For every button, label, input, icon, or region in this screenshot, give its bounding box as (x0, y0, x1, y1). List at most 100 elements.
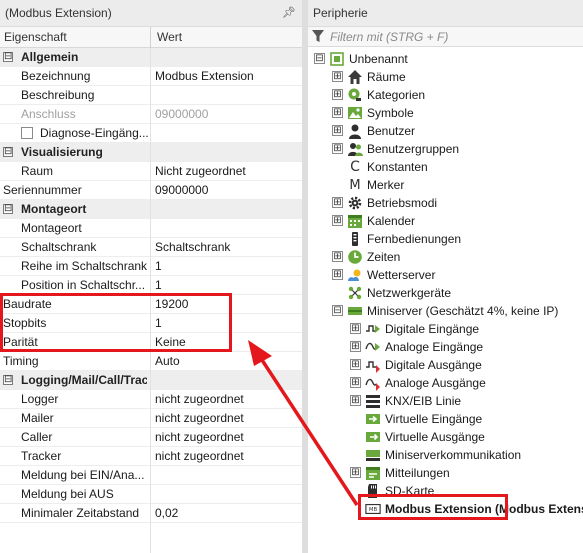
expand-toggle-icon[interactable]: ⊞ (332, 269, 343, 280)
tree-item-sdcard[interactable]: SD-Karte (308, 482, 583, 500)
expand-toggle-icon[interactable]: ⊞ (350, 467, 361, 478)
expand-toggle-icon[interactable]: ⊞ (332, 89, 343, 100)
tree-item-miniserver[interactable]: ⊟ Miniserver (Geschätzt 4%, keine IP) (308, 302, 583, 320)
property-value[interactable]: nicht zugeordnet (155, 449, 300, 463)
tree-item-modbus-extension[interactable]: MB Modbus Extension (Modbus Extension) (308, 500, 583, 518)
property-row[interactable]: Logger nicht zugeordnet (0, 390, 302, 409)
tree-item-calendar[interactable]: ⊞ Kalender (308, 212, 583, 230)
property-value[interactable]: 19200 (155, 297, 300, 311)
tree-item-user[interactable]: ⊞ Benutzer (308, 122, 583, 140)
expand-toggle-icon[interactable]: ⊞ (332, 143, 343, 154)
property-row[interactable]: Meldung bei AUS (0, 485, 302, 504)
users-icon (347, 141, 363, 157)
property-row[interactable]: Stopbits 1 (0, 314, 302, 333)
property-row[interactable]: Minimaler Zeitabstand 0,02 (0, 504, 302, 523)
expand-toggle-icon[interactable]: ⊞ (350, 377, 361, 388)
pin-icon[interactable]: 📌︎ (282, 6, 296, 19)
tree-item-home[interactable]: ⊞ Räume (308, 68, 583, 86)
filter-input[interactable]: Filtern mit (STRG + F) (330, 30, 448, 44)
collapse-toggle-icon[interactable]: ⊟ (314, 53, 325, 64)
property-value[interactable]: nicht zugeordnet (155, 392, 300, 406)
column-header-value[interactable]: Wert (157, 30, 182, 44)
property-value[interactable]: Modbus Extension (155, 69, 300, 83)
tree-item-analog-output[interactable]: ⊞ Analoge Ausgänge (308, 374, 583, 392)
property-value[interactable]: 09000000 (155, 107, 300, 121)
tree-item-image[interactable]: ⊞ Symbole (308, 104, 583, 122)
expand-toggle-icon[interactable]: ⊞ (332, 107, 343, 118)
property-row[interactable]: Schaltschrank Schaltschrank (0, 238, 302, 257)
expand-toggle-icon[interactable]: ⊞ (350, 359, 361, 370)
property-row[interactable]: Meldung bei EIN/Ana... (0, 466, 302, 485)
property-value[interactable]: 1 (155, 316, 300, 330)
expand-toggle-icon[interactable]: ⊞ (350, 395, 361, 406)
property-row[interactable]: Beschreibung (0, 86, 302, 105)
tree-item-category[interactable]: ⊞ Kategorien (308, 86, 583, 104)
tree-item-message[interactable]: ⊞ Mitteilungen (308, 464, 583, 482)
message-icon (365, 465, 381, 481)
property-value[interactable]: Schaltschrank (155, 240, 300, 254)
property-row[interactable]: Tracker nicht zugeordnet (0, 447, 302, 466)
column-header-property[interactable]: Eigenschaft (4, 30, 67, 44)
tree-item-constant[interactable]: C Konstanten (308, 158, 583, 176)
property-row[interactable]: Parität Keine (0, 333, 302, 352)
property-section[interactable]: ⊟ Logging/Mail/Call/Track (0, 371, 302, 390)
collapse-toggle-icon[interactable]: ⊟ (3, 375, 13, 385)
tree-item-digital-output[interactable]: ⊞ Digitale Ausgänge (308, 356, 583, 374)
property-row[interactable]: Mailer nicht zugeordnet (0, 409, 302, 428)
property-value[interactable]: 1 (155, 259, 300, 273)
property-row[interactable]: Caller nicht zugeordnet (0, 428, 302, 447)
property-value[interactable]: 0,02 (155, 506, 300, 520)
property-section[interactable]: ⊟ Allgemein (0, 48, 302, 67)
property-row[interactable]: Bezeichnung Modbus Extension (0, 67, 302, 86)
diagnose-checkbox[interactable] (21, 127, 33, 139)
tree-item-network[interactable]: Netzwerkgeräte (308, 284, 583, 302)
column-separator[interactable] (150, 27, 151, 48)
tree-item-weather[interactable]: ⊞ Wetterserver (308, 266, 583, 284)
tree-item-clock[interactable]: ⊞ Zeiten (308, 248, 583, 266)
tree-item-communication[interactable]: Miniserverkommunikation (308, 446, 583, 464)
property-section[interactable]: ⊟ Montageort (0, 200, 302, 219)
property-value[interactable]: nicht zugeordnet (155, 411, 300, 425)
property-row[interactable]: Baudrate 19200 (0, 295, 302, 314)
tree-item-digital-input[interactable]: ⊞ Digitale Eingänge (308, 320, 583, 338)
tree-item-knx[interactable]: ⊞ KNX/EIB Linie (308, 392, 583, 410)
collapse-toggle-icon[interactable]: ⊟ (332, 305, 343, 316)
tree-item-gear[interactable]: ⊞ Betriebsmodi (308, 194, 583, 212)
property-value[interactable]: Keine (155, 335, 300, 349)
section-label: Visualisierung (21, 145, 103, 159)
collapse-toggle-icon[interactable]: ⊟ (3, 52, 13, 62)
property-row[interactable]: Anschluss 09000000 (0, 105, 302, 124)
property-row[interactable]: Seriennummer 09000000 (0, 181, 302, 200)
property-section[interactable]: ⊟ Visualisierung (0, 143, 302, 162)
expand-toggle-icon[interactable]: ⊞ (332, 125, 343, 136)
expand-toggle-icon[interactable]: ⊞ (332, 215, 343, 226)
tree-item-virtual-output[interactable]: Virtuelle Ausgänge (308, 428, 583, 446)
tree-item-analog-input[interactable]: ⊞ Analoge Eingänge (308, 338, 583, 356)
expand-toggle-icon[interactable]: ⊞ (350, 341, 361, 352)
property-row[interactable]: Montageort (0, 219, 302, 238)
property-row[interactable]: Position in Schaltschr... 1 (0, 276, 302, 295)
property-value[interactable]: 09000000 (155, 183, 300, 197)
tree-item-users[interactable]: ⊞ Benutzergruppen (308, 140, 583, 158)
property-row[interactable]: Reihe im Schaltschrank 1 (0, 257, 302, 276)
expand-toggle-icon[interactable]: ⊞ (332, 251, 343, 262)
property-row[interactable]: Timing Auto (0, 352, 302, 371)
expand-toggle-icon[interactable]: ⊞ (332, 71, 343, 82)
expand-toggle-icon[interactable]: ⊞ (332, 197, 343, 208)
collapse-toggle-icon[interactable]: ⊟ (3, 204, 13, 214)
filter-bar[interactable]: Filtern mit (STRG + F) (308, 27, 583, 47)
tree-item-virtual-input[interactable]: Virtuelle Eingänge (308, 410, 583, 428)
property-value[interactable]: 1 (155, 278, 300, 292)
tree-item-remote[interactable]: Fernbedienungen (308, 230, 583, 248)
expand-toggle-icon[interactable]: ⊞ (350, 323, 361, 334)
property-row[interactable]: Diagnose-Eingäng... (0, 124, 302, 143)
collapse-toggle-icon[interactable]: ⊟ (3, 147, 13, 157)
tree-item-memory[interactable]: M Merker (308, 176, 583, 194)
property-value[interactable]: Auto (155, 354, 300, 368)
property-row[interactable]: Raum Nicht zugeordnet (0, 162, 302, 181)
tree-item-project[interactable]: ⊟ Unbenannt (308, 50, 583, 68)
property-label: Beschreibung (21, 88, 95, 102)
property-value[interactable]: nicht zugeordnet (155, 430, 300, 444)
property-value[interactable]: Nicht zugeordnet (155, 164, 300, 178)
properties-panel-title-text: (Modbus Extension) (5, 6, 112, 20)
